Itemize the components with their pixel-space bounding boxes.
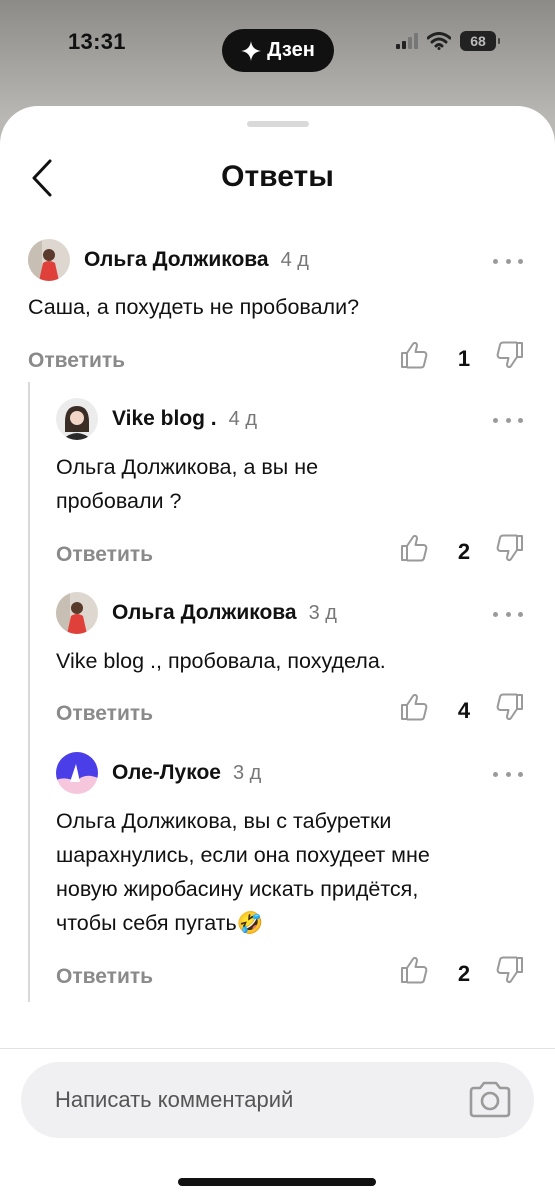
dzen-app-pill[interactable]: Дзен xyxy=(222,29,334,72)
thumb-down-icon[interactable] xyxy=(494,339,526,371)
status-time: 13:31 xyxy=(68,29,126,54)
dzen-app-label: Дзен xyxy=(267,39,315,61)
more-dots-icon xyxy=(493,771,498,777)
comment-text-line: Ольга Должикова, а вы не xyxy=(56,455,319,479)
comment-text-line: Vike blog ., пробовала, похудела. xyxy=(56,649,386,673)
camera-icon[interactable] xyxy=(467,1081,513,1119)
reply-button[interactable]: Ответить xyxy=(56,702,153,726)
page-title: Ответы xyxy=(221,160,334,193)
signal-icon xyxy=(396,33,418,49)
comment-author[interactable]: Оле-Лукое xyxy=(112,761,221,785)
comment-text-line: Саша, а похудеть не пробовали? xyxy=(28,295,360,319)
reply-button[interactable]: Ответить xyxy=(28,349,125,373)
comment-text: Ольга Должикова, вы с табуретки шарахнул… xyxy=(56,804,430,940)
sparkle-icon xyxy=(241,40,262,61)
like-count: 1 xyxy=(457,346,471,371)
thumb-down-icon[interactable] xyxy=(494,954,526,986)
thumb-up-icon[interactable] xyxy=(398,954,430,986)
avatar[interactable] xyxy=(56,752,98,794)
reaction-bar: 2 xyxy=(398,532,528,572)
replies-sheet: Ответы Ольга Должикова 4 д Саша, а похуд… xyxy=(0,106,555,1200)
comment-text-line: Ольга Должикова, вы с табуретки xyxy=(56,809,392,833)
comment-text-line: чтобы себя пугать🤣 xyxy=(56,911,264,935)
sheet-grabber[interactable] xyxy=(247,121,309,127)
avatar[interactable] xyxy=(56,398,98,440)
reply-button[interactable]: Ответить xyxy=(56,543,153,567)
reaction-bar: 4 xyxy=(398,691,528,731)
more-options-button[interactable] xyxy=(493,764,523,784)
comment-input[interactable] xyxy=(55,1080,435,1120)
comment-text: Ольга Должикова, а вы не пробовали ? xyxy=(56,450,318,518)
thread-line xyxy=(28,382,30,1002)
reply-item: Vike blog . 4 д Ольга Должикова, а вы не… xyxy=(56,398,526,578)
comment-text-line: шарахнулись, если она похудеет мне xyxy=(56,843,430,867)
reaction-bar: 1 xyxy=(398,339,528,379)
like-count: 2 xyxy=(457,539,471,564)
comment-age: 4 д xyxy=(228,407,258,430)
more-options-button[interactable] xyxy=(493,604,523,624)
avatar[interactable] xyxy=(56,592,98,634)
more-dots-icon xyxy=(493,417,498,423)
comment-header: Ольга Должикова 4 д xyxy=(28,239,309,281)
like-count: 2 xyxy=(457,961,471,986)
comment-age: 4 д xyxy=(280,248,309,271)
reply-item: Ольга Должикова 3 д Vike blog ., пробова… xyxy=(56,592,526,725)
comment-text: Саша, а похудеть не пробовали? xyxy=(28,290,359,324)
comment-text: Vike blog ., пробовала, похудела. xyxy=(56,644,386,678)
comment-author[interactable]: Ольга Должикова xyxy=(84,248,269,272)
thumb-down-icon[interactable] xyxy=(494,532,526,564)
comment-item: Ольга Должикова 4 д Саша, а похудеть не … xyxy=(28,239,526,372)
comment-author[interactable]: Vike blog . xyxy=(112,407,217,431)
comment-text-line: пробовали ? xyxy=(56,489,182,513)
more-options-button[interactable] xyxy=(493,251,523,271)
composer-divider xyxy=(0,1048,555,1049)
status-icons: 68 xyxy=(396,31,500,51)
comment-text-line: новую жиробасину искать придётся, xyxy=(56,877,419,901)
comment-header: Оле-Лукое 3 д xyxy=(56,752,261,794)
thumb-down-icon[interactable] xyxy=(494,691,526,723)
comment-composer[interactable] xyxy=(21,1062,534,1138)
reaction-bar: 2 xyxy=(398,954,528,994)
comment-author[interactable]: Ольга Должикова xyxy=(112,601,297,625)
more-dots-icon xyxy=(493,611,498,617)
reply-button[interactable]: Ответить xyxy=(56,965,153,989)
more-options-button[interactable] xyxy=(493,410,523,430)
like-count: 4 xyxy=(457,698,471,723)
more-dots-icon xyxy=(493,258,498,264)
avatar[interactable] xyxy=(28,239,70,281)
wifi-icon xyxy=(427,32,451,50)
battery-indicator: 68 xyxy=(460,31,500,51)
comment-age: 3 д xyxy=(232,761,262,784)
thumb-up-icon[interactable] xyxy=(398,532,430,564)
thumb-up-icon[interactable] xyxy=(398,691,430,723)
thumb-up-icon[interactable] xyxy=(398,339,430,371)
home-indicator xyxy=(178,1178,376,1186)
comment-age: 3 д xyxy=(308,601,337,624)
reply-item: Оле-Лукое 3 д Ольга Должикова, вы с табу… xyxy=(56,752,526,992)
comment-header: Vike blog . 4 д xyxy=(56,398,257,440)
comment-header: Ольга Должикова 3 д xyxy=(56,592,337,634)
status-bar: 13:31 Дзен 68 xyxy=(0,0,555,100)
